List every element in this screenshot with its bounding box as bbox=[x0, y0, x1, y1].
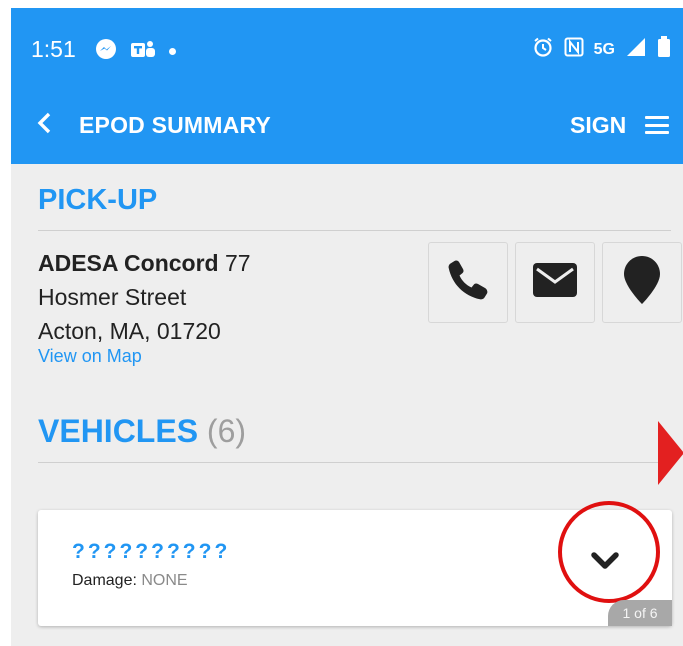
network-type: 5G bbox=[593, 40, 615, 58]
view-on-map-link[interactable]: View on Map bbox=[38, 346, 142, 367]
pickup-address: ADESA Concord 77 Hosmer Street Acton, MA… bbox=[38, 246, 418, 348]
damage-row: Damage: NONE bbox=[72, 572, 188, 590]
pickup-street: Hosmer Street bbox=[38, 284, 187, 310]
pickup-heading-text: PICK-UP bbox=[38, 184, 158, 216]
status-time: 1:51 bbox=[31, 36, 76, 62]
call-button[interactable] bbox=[428, 242, 508, 323]
battery-icon bbox=[657, 36, 671, 63]
phone-screen: 1:51 5G EPOD SUMMARY SIGN PICK-UP ADESA … bbox=[11, 8, 683, 646]
pickup-location-name: ADESA Concord bbox=[38, 250, 219, 276]
email-icon bbox=[532, 262, 578, 303]
page-indicator-badge: 1 of 6 bbox=[608, 600, 672, 626]
menu-icon-line bbox=[645, 123, 669, 127]
pickup-street-number: 77 bbox=[225, 250, 251, 276]
pickup-heading: PICK-UP bbox=[38, 184, 157, 217]
annotation-arrow-icon bbox=[658, 421, 683, 485]
pickup-city: Acton, MA, 01720 bbox=[38, 318, 221, 344]
signal-icon bbox=[625, 37, 647, 62]
system-icons: 5G bbox=[532, 36, 671, 63]
vehicles-count: (6) bbox=[206, 413, 247, 449]
damage-label: Damage: bbox=[72, 572, 137, 589]
menu-icon-line bbox=[645, 116, 669, 119]
page-title: EPOD SUMMARY bbox=[79, 112, 271, 138]
alarm-icon bbox=[532, 36, 554, 63]
vehicles-heading-text: VEHICLES bbox=[38, 413, 199, 449]
teams-icon bbox=[129, 38, 157, 65]
pickup-divider bbox=[38, 230, 671, 231]
more-notifications-dot bbox=[169, 48, 176, 55]
sign-button[interactable]: SIGN bbox=[570, 112, 626, 139]
vehicle-vin: ?????????? bbox=[72, 540, 231, 563]
expand-vehicle-button[interactable] bbox=[585, 548, 625, 578]
vehicle-card[interactable]: ?????????? Damage: NONE 1 of 6 bbox=[38, 501, 672, 626]
damage-value: NONE bbox=[141, 572, 188, 589]
back-icon bbox=[36, 111, 52, 140]
messenger-icon bbox=[95, 38, 117, 65]
nfc-icon bbox=[564, 37, 584, 62]
email-button[interactable] bbox=[515, 242, 595, 323]
menu-icon-line bbox=[645, 131, 669, 134]
status-bar: 1:51 5G bbox=[11, 8, 683, 90]
app-header: 1:51 5G EPOD SUMMARY SIGN bbox=[11, 8, 683, 164]
notification-icons bbox=[95, 38, 176, 65]
app-bar: EPOD SUMMARY SIGN bbox=[11, 90, 683, 164]
chevron-down-icon bbox=[590, 551, 620, 576]
menu-button[interactable] bbox=[643, 112, 671, 138]
phone-icon bbox=[445, 257, 491, 308]
vehicles-heading: VEHICLES (6) bbox=[38, 413, 246, 450]
vehicles-divider bbox=[38, 462, 671, 463]
location-button[interactable] bbox=[602, 242, 682, 323]
back-button[interactable] bbox=[29, 108, 59, 142]
location-icon bbox=[623, 255, 661, 310]
